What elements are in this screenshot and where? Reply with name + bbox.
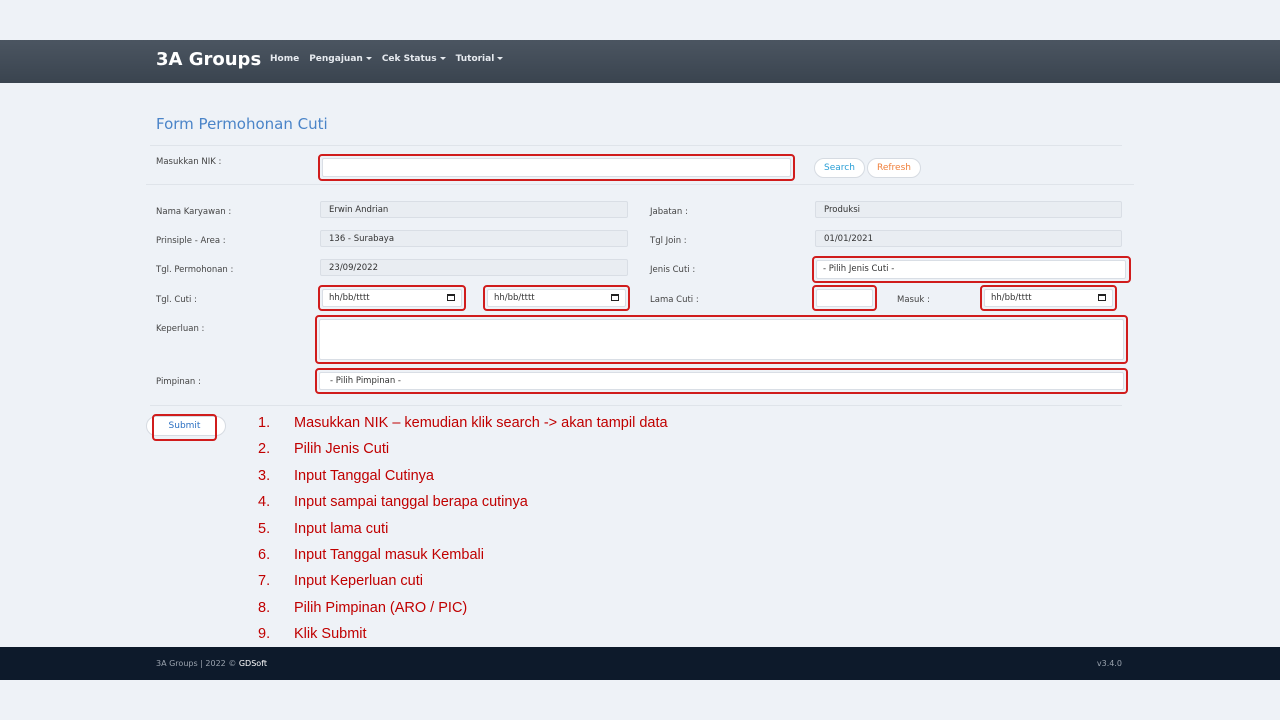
instruction-item: 6. Input Tanggal masuk Kembali — [258, 545, 668, 571]
instruction-text: Input Tanggal Cutinya — [294, 467, 435, 484]
nav-item-tutorial-label: Tutorial — [455, 54, 495, 64]
footer-copyright-text: 3A Groups | 2022 © — [156, 659, 237, 668]
calendar-icon[interactable] — [447, 294, 455, 301]
keperluan-textarea[interactable] — [319, 319, 1124, 360]
tgl-cuti-from-placeholder: hh/bb/tttt — [329, 293, 370, 303]
instruction-number: 3. — [258, 467, 271, 484]
instruction-text: Klik Submit — [294, 626, 367, 643]
pimpinan-highlight: - Pilih Pimpinan - — [315, 368, 1128, 394]
tgl-cuti-to-placeholder: hh/bb/tttt — [494, 293, 535, 303]
pimpinan-select[interactable]: - Pilih Pimpinan - — [319, 372, 1124, 390]
masuk-placeholder: hh/bb/tttt — [991, 293, 1032, 303]
keperluan-highlight — [315, 315, 1128, 364]
instruction-item: 7. Input Keperluan cuti — [258, 571, 668, 597]
instruction-item: 4. Input sampai tanggal berapa cutinya — [258, 492, 668, 518]
calendar-icon[interactable] — [1098, 294, 1106, 301]
footer-copyright: 3A Groups | 2022 © GDSoft — [156, 659, 267, 668]
jabatan-label: Jabatan : — [650, 207, 688, 217]
footer-version: v3.4.0 — [1096, 659, 1122, 668]
nav-item-tutorial[interactable]: Tutorial — [456, 54, 504, 64]
lama-cuti-highlight — [812, 285, 877, 311]
masuk-highlight: hh/bb/tttt — [980, 285, 1117, 311]
instruction-item: 8. Pilih Pimpinan (ARO / PIC) — [258, 598, 668, 624]
jenis-cuti-highlight: - Pilih Jenis Cuti - — [812, 256, 1131, 283]
tgl-cuti-from-highlight: hh/bb/tttt — [318, 285, 466, 311]
nik-label: Masukkan NIK : — [156, 157, 222, 167]
tgl-cuti-label: Tgl. Cuti : — [156, 295, 197, 305]
instruction-list: 1. Masukkan NIK – kemudian klik search ->… — [258, 413, 668, 651]
instruction-number: 9. — [258, 626, 271, 643]
chevron-down-icon — [497, 57, 504, 60]
masuk-label: Masuk : — [897, 295, 930, 305]
instruction-text: Input lama cuti — [294, 520, 389, 537]
nav-item-cek-status-label: Cek Status — [381, 54, 437, 64]
instruction-item: 5. Input lama cuti — [258, 519, 668, 545]
instruction-text: Input Tanggal masuk Kembali — [294, 546, 484, 563]
instruction-number: 1. — [258, 415, 271, 431]
instruction-number: 4. — [258, 494, 271, 511]
footer: 3A Groups | 2022 © GDSoft v3.4.0 — [0, 647, 1280, 680]
submit-highlight: Submit — [152, 414, 217, 441]
page-title: Form Permohonan Cuti — [156, 115, 328, 133]
instruction-number: 2. — [258, 441, 271, 458]
instruction-text: Masukkan NIK – kemudian klik search -> a… — [294, 415, 668, 431]
nama-karyawan-label: Nama Karyawan : — [156, 207, 232, 217]
instruction-number: 5. — [258, 520, 271, 537]
instruction-number: 8. — [258, 599, 271, 616]
nav-item-pengajuan-label: Pengajuan — [309, 54, 363, 64]
tgl-permohonan-field: 23/09/2022 — [320, 259, 628, 276]
footer-company-link[interactable]: GDSoft — [239, 659, 267, 668]
jenis-cuti-select[interactable]: - Pilih Jenis Cuti - — [816, 260, 1126, 279]
instruction-text: Input sampai tanggal berapa cutinya — [294, 494, 528, 511]
top-navbar: 3A Groups Home Pengajuan Cek Status Tuto… — [0, 40, 1280, 83]
calendar-icon[interactable] — [611, 294, 619, 301]
divider — [150, 405, 1122, 406]
nav-item-cek-status[interactable]: Cek Status — [382, 54, 446, 64]
tgl-join-label: Tgl Join : — [650, 236, 687, 246]
instruction-text: Input Keperluan cuti — [294, 573, 423, 590]
nav-item-home[interactable]: Home — [270, 54, 299, 64]
jenis-cuti-label: Jenis Cuti : — [650, 265, 696, 275]
principle-area-label: Prinsiple - Area : — [156, 236, 226, 246]
instruction-item: 3. Input Tanggal Cutinya — [258, 466, 668, 492]
masuk-date-input[interactable]: hh/bb/tttt — [984, 289, 1113, 307]
refresh-button[interactable]: Refresh — [867, 158, 921, 178]
tgl-join-field: 01/01/2021 — [815, 230, 1122, 247]
instruction-item: 2. Pilih Jenis Cuti — [258, 439, 668, 465]
nav-item-pengajuan[interactable]: Pengajuan — [309, 54, 372, 64]
principle-area-field: 136 - Surabaya — [320, 230, 628, 247]
lama-cuti-label: Lama Cuti : — [650, 295, 699, 305]
instruction-text: Pilih Jenis Cuti — [294, 441, 390, 458]
chevron-down-icon — [365, 57, 372, 60]
instruction-number: 6. — [258, 546, 271, 563]
brand-logo[interactable]: 3A Groups — [156, 49, 261, 70]
tgl-permohonan-label: Tgl. Permohonan : — [156, 265, 234, 275]
chevron-down-icon — [439, 57, 446, 60]
lama-cuti-input[interactable] — [816, 289, 873, 307]
tgl-cuti-to-highlight: hh/bb/tttt — [483, 285, 630, 311]
keperluan-label: Keperluan : — [156, 324, 205, 334]
nav-item-home-label: Home — [270, 54, 300, 64]
divider — [150, 145, 1122, 146]
nik-input[interactable] — [322, 158, 791, 177]
tgl-cuti-to-input[interactable]: hh/bb/tttt — [487, 289, 626, 307]
jabatan-field: Produksi — [815, 201, 1122, 218]
nav-menu: Home Pengajuan Cek Status Tutorial — [270, 54, 504, 64]
tgl-cuti-from-input[interactable]: hh/bb/tttt — [322, 289, 462, 307]
submit-button[interactable]: Submit — [154, 416, 215, 439]
instruction-text: Pilih Pimpinan (ARO / PIC) — [294, 599, 468, 616]
nama-karyawan-field: Erwin Andrian — [320, 201, 628, 218]
nik-highlight — [318, 154, 795, 181]
pimpinan-label: Pimpinan : — [156, 377, 201, 387]
instruction-number: 7. — [258, 573, 271, 590]
search-button[interactable]: Search — [814, 158, 865, 178]
instruction-item: 1. Masukkan NIK – kemudian klik search ->… — [258, 413, 668, 439]
divider — [146, 184, 1134, 185]
